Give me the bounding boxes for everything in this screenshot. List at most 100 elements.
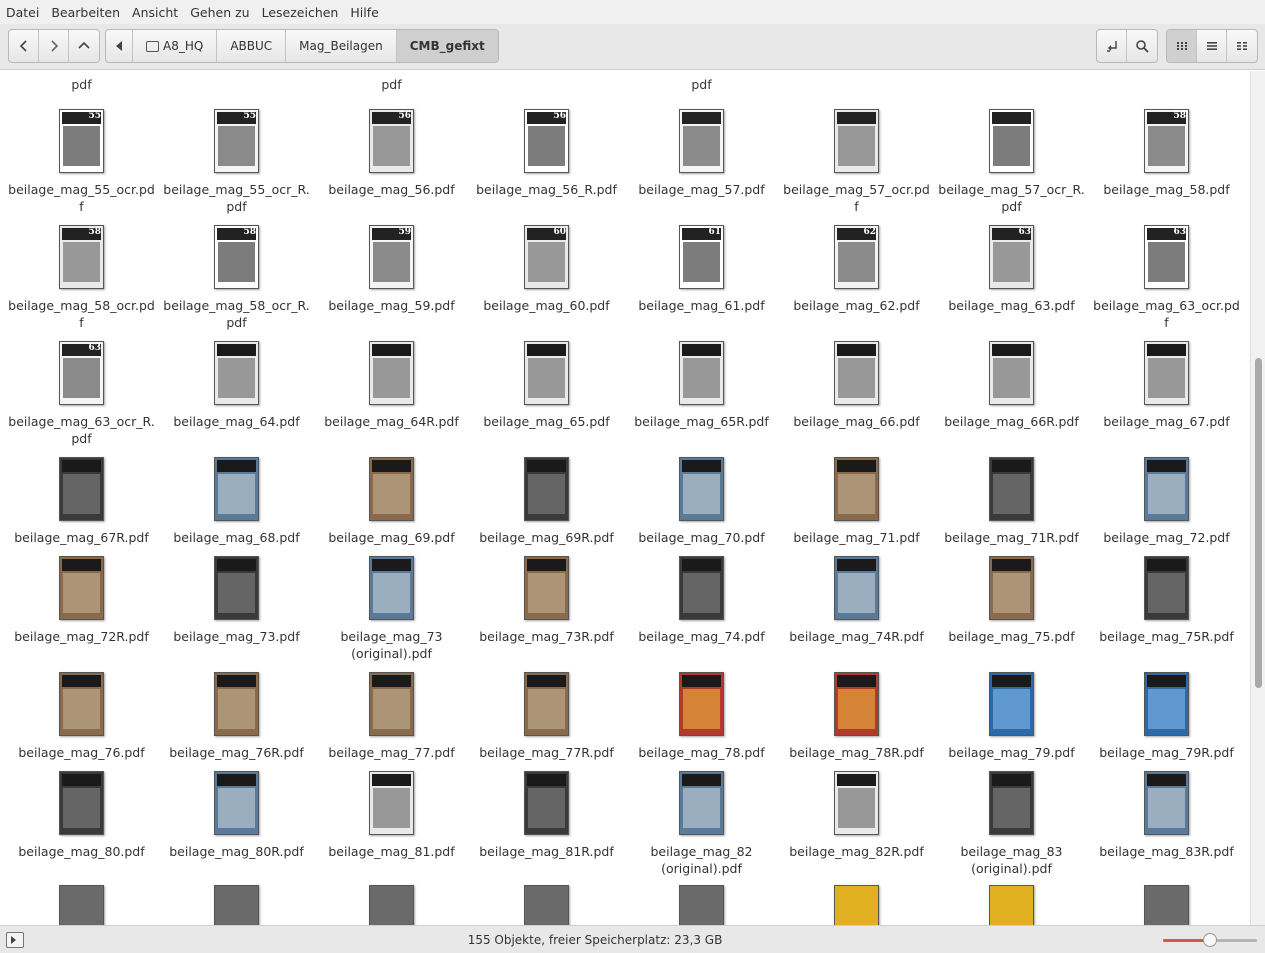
file-item[interactable]: beilage_mag_73R.pdf — [469, 554, 624, 645]
file-item[interactable]: 56 beilage_mag_56_R.pdf — [469, 107, 624, 198]
file-item[interactable]: beilage_mag_64.pdf — [159, 339, 314, 430]
back-button[interactable] — [9, 30, 39, 62]
file-item[interactable]: 59 beilage_mag_59.pdf — [314, 223, 469, 314]
pdf-thumbnail-icon[interactable] — [1144, 885, 1189, 925]
pdf-thumbnail-icon — [524, 341, 569, 405]
menu-bearbeiten[interactable]: Bearbeiten — [51, 5, 126, 20]
file-item[interactable]: beilage_mag_74R.pdf — [779, 554, 934, 645]
file-item[interactable]: 58 beilage_mag_58_ocr.pdf — [4, 223, 159, 331]
icon-view-button[interactable] — [1167, 30, 1197, 62]
file-item[interactable]: beilage_mag_74.pdf — [624, 554, 779, 645]
breadcrumb-item-mag-beilagen[interactable]: Mag_Beilagen — [286, 30, 397, 62]
file-item[interactable]: beilage_mag_72.pdf — [1089, 455, 1244, 546]
pdf-thumbnail-icon[interactable] — [369, 885, 414, 925]
compact-view-button[interactable] — [1227, 30, 1257, 62]
breadcrumb-scroll-left-button[interactable] — [106, 30, 133, 62]
file-item[interactable]: beilage_mag_68.pdf — [159, 455, 314, 546]
file-item[interactable]: beilage_mag_80.pdf — [4, 769, 159, 860]
file-item[interactable]: beilage_mag_77.pdf — [314, 670, 469, 761]
file-item[interactable]: beilage_mag_66R.pdf — [934, 339, 1089, 430]
thumbnail-cover-art — [838, 474, 875, 514]
file-item[interactable]: 63 beilage_mag_63_ocr_R.pdf — [4, 339, 159, 447]
zoom-slider[interactable] — [1163, 933, 1257, 947]
file-name-label: beilage_mag_73.pdf — [173, 629, 300, 644]
file-item[interactable]: 55 beilage_mag_55_ocr.pdf — [4, 107, 159, 215]
menu-datei[interactable]: Datei — [6, 5, 45, 20]
zoom-slider-handle[interactable] — [1203, 933, 1217, 947]
file-item[interactable]: beilage_mag_71.pdf — [779, 455, 934, 546]
file-item[interactable]: beilage_mag_83R.pdf — [1089, 769, 1244, 860]
menu-hilfe[interactable]: Hilfe — [350, 5, 384, 20]
pdf-thumbnail-icon[interactable] — [524, 885, 569, 925]
toggle-location-button[interactable] — [1097, 30, 1127, 62]
pdf-thumbnail-icon[interactable] — [989, 885, 1034, 925]
file-item[interactable]: beilage_mag_70.pdf — [624, 455, 779, 546]
thumbnail-cover-art — [838, 788, 875, 828]
file-item[interactable]: beilage_mag_69.pdf — [314, 455, 469, 546]
file-item[interactable]: beilage_mag_78.pdf — [624, 670, 779, 761]
vertical-scrollbar[interactable] — [1250, 71, 1265, 925]
file-item[interactable]: beilage_mag_73.pdf — [159, 554, 314, 645]
file-item[interactable]: beilage_mag_64R.pdf — [314, 339, 469, 430]
file-item[interactable]: 58 beilage_mag_58.pdf — [1089, 107, 1244, 198]
file-item[interactable]: 55 beilage_mag_55_ocr_R.pdf — [159, 107, 314, 215]
pdf-thumbnail-icon[interactable] — [834, 885, 879, 925]
file-item[interactable]: beilage_mag_73 (original).pdf — [314, 554, 469, 662]
breadcrumb-item-cmb-gefixt[interactable]: CMB_gefixt — [396, 30, 498, 62]
file-item[interactable]: beilage_mag_81.pdf — [314, 769, 469, 860]
file-item[interactable]: 58 beilage_mag_58_ocr_R.pdf — [159, 223, 314, 331]
file-item[interactable]: 63 beilage_mag_63_ocr.pdf — [1089, 223, 1244, 331]
parent-folder-button[interactable] — [69, 30, 99, 62]
file-item[interactable]: beilage_mag_65.pdf — [469, 339, 624, 430]
file-item[interactable]: beilage_mag_77R.pdf — [469, 670, 624, 761]
file-item[interactable]: beilage_mag_57_ocr_R.pdf — [934, 107, 1089, 215]
pdf-thumbnail-icon[interactable] — [679, 885, 724, 925]
file-item[interactable]: beilage_mag_66.pdf — [779, 339, 934, 430]
file-item[interactable]: beilage_mag_83 (original).pdf — [934, 769, 1089, 877]
file-name-label: beilage_mag_73R.pdf — [479, 629, 614, 644]
file-item[interactable]: 62 beilage_mag_62.pdf — [779, 223, 934, 314]
file-item[interactable]: 61 beilage_mag_61.pdf — [624, 223, 779, 314]
breadcrumb-item-abbuc[interactable]: ABBUC — [217, 30, 287, 62]
thumbnail-header — [527, 774, 566, 786]
menu-lesezeichen[interactable]: Lesezeichen — [262, 5, 345, 20]
file-item[interactable]: beilage_mag_79R.pdf — [1089, 670, 1244, 761]
list-view-button[interactable] — [1197, 30, 1227, 62]
file-name-label: beilage_mag_71R.pdf — [944, 530, 1079, 545]
file-item[interactable]: 60 beilage_mag_60.pdf — [469, 223, 624, 314]
menu-ansicht[interactable]: Ansicht — [132, 5, 184, 20]
file-item[interactable]: beilage_mag_82 (original).pdf — [624, 769, 779, 877]
search-button[interactable] — [1127, 30, 1157, 62]
file-item[interactable]: beilage_mag_78R.pdf — [779, 670, 934, 761]
pdf-thumbnail-icon[interactable] — [214, 885, 259, 925]
scrollbar-thumb[interactable] — [1255, 358, 1262, 688]
file-item[interactable]: beilage_mag_71R.pdf — [934, 455, 1089, 546]
forward-button[interactable] — [39, 30, 69, 62]
thumbnail-header — [372, 559, 411, 571]
file-item[interactable]: beilage_mag_67R.pdf — [4, 455, 159, 546]
file-item[interactable]: beilage_mag_57.pdf — [624, 107, 779, 198]
pdf-thumbnail-icon — [59, 556, 104, 620]
file-item[interactable]: beilage_mag_82R.pdf — [779, 769, 934, 860]
breadcrumb-item-a8-hq[interactable]: A8_HQ — [133, 30, 218, 62]
file-item[interactable]: beilage_mag_67.pdf — [1089, 339, 1244, 430]
file-item[interactable]: beilage_mag_75R.pdf — [1089, 554, 1244, 645]
file-item[interactable]: beilage_mag_76.pdf — [4, 670, 159, 761]
pdf-thumbnail-icon — [834, 341, 879, 405]
file-item[interactable]: beilage_mag_65R.pdf — [624, 339, 779, 430]
file-item[interactable]: beilage_mag_57_ocr.pdf — [779, 107, 934, 215]
file-item[interactable]: beilage_mag_75.pdf — [934, 554, 1089, 645]
file-item[interactable]: beilage_mag_69R.pdf — [469, 455, 624, 546]
file-item[interactable]: beilage_mag_76R.pdf — [159, 670, 314, 761]
file-item[interactable]: beilage_mag_72R.pdf — [4, 554, 159, 645]
thumbnail-issue-number: 63 — [88, 343, 101, 353]
file-item[interactable]: 56 beilage_mag_56.pdf — [314, 107, 469, 198]
file-label-partial: pdf — [691, 77, 712, 92]
file-item[interactable]: 63 beilage_mag_63.pdf — [934, 223, 1089, 314]
file-thumbnail-wrap — [469, 455, 624, 521]
file-item[interactable]: beilage_mag_81R.pdf — [469, 769, 624, 860]
pdf-thumbnail-icon[interactable] — [59, 885, 104, 925]
file-item[interactable]: beilage_mag_80R.pdf — [159, 769, 314, 860]
menu-gehen-zu[interactable]: Gehen zu — [190, 5, 255, 20]
file-item[interactable]: beilage_mag_79.pdf — [934, 670, 1089, 761]
